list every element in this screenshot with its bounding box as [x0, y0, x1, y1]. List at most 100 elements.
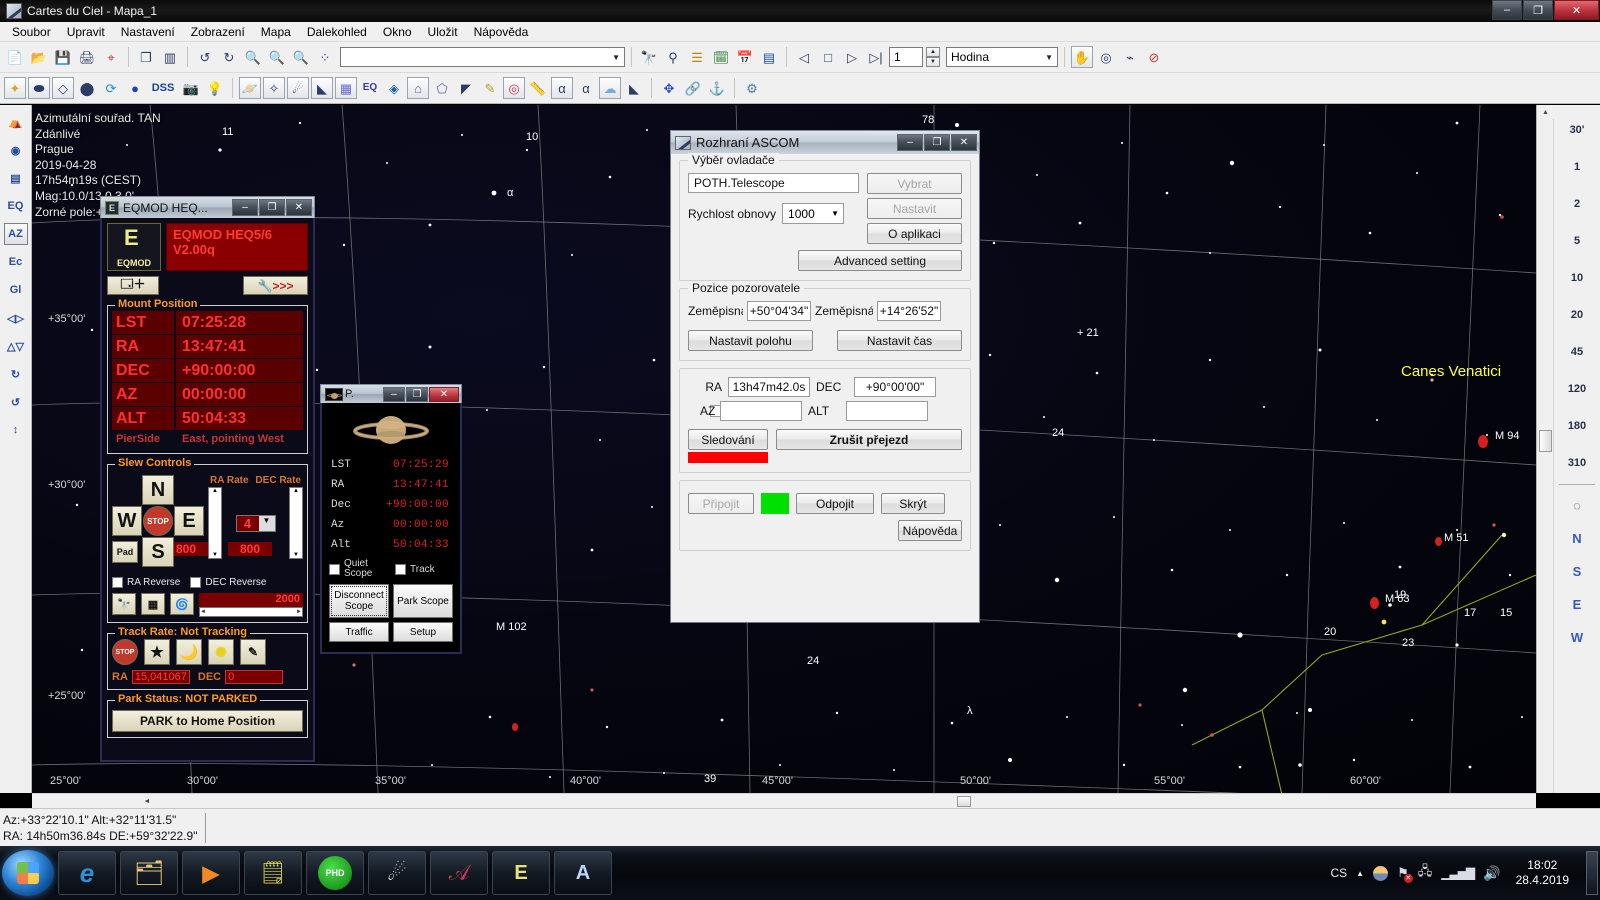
- new-file-icon[interactable]: 📄: [4, 46, 26, 68]
- planetary-nebula-icon[interactable]: ⬤: [76, 77, 98, 99]
- chevron-down-icon[interactable]: ▼: [259, 516, 275, 531]
- grid-icon[interactable]: ▦: [335, 77, 357, 99]
- notes-icon[interactable]: ▤: [4, 167, 28, 189]
- track-lunar-moon-icon[interactable]: 🌙: [176, 639, 202, 665]
- zoom-icon[interactable]: 🔍: [290, 46, 312, 68]
- connect-button[interactable]: Připojit: [688, 493, 754, 514]
- refresh-icon[interactable]: ⟳: [100, 77, 122, 99]
- slider-down-icon[interactable]: ▼: [293, 552, 299, 558]
- disconnect-button[interactable]: Odpojit: [796, 493, 874, 514]
- direction-west-button[interactable]: W: [1554, 621, 1600, 654]
- maximize-button[interactable]: ❐: [1523, 0, 1553, 20]
- ruler-icon[interactable]: 📏: [527, 77, 549, 99]
- list-icon[interactable]: ☰: [686, 46, 708, 68]
- taskbar-item-eqmod[interactable]: E: [492, 851, 550, 895]
- save-icon[interactable]: 💾: [52, 46, 74, 68]
- milkyway-icon[interactable]: ◤: [455, 77, 477, 99]
- nebula-outline-icon[interactable]: ☁: [599, 77, 621, 99]
- az-coords-icon[interactable]: AZ: [4, 223, 28, 245]
- longitude-field[interactable]: +14°26'52": [877, 301, 941, 321]
- dso-m63[interactable]: [1370, 597, 1379, 609]
- taskbar-item-notes[interactable]: 🗒: [244, 851, 302, 895]
- slew-south-button[interactable]: S: [142, 537, 174, 567]
- slider-right-icon[interactable]: ►: [296, 609, 302, 615]
- menu-item-ulozit[interactable]: Uložit: [420, 23, 466, 41]
- menu-item-upravit[interactable]: Upravit: [59, 23, 113, 41]
- ascom-maximize-button[interactable]: ❐: [924, 134, 950, 151]
- sun-icon[interactable]: [1373, 866, 1388, 881]
- track-ra-value[interactable]: 15,041067: [132, 670, 190, 684]
- dso-m94[interactable]: [1478, 435, 1488, 448]
- target-icon[interactable]: ◎: [1095, 46, 1117, 68]
- circle-target-icon[interactable]: ◎: [503, 77, 525, 99]
- set-position-button[interactable]: Nastavit polohu: [688, 330, 813, 351]
- advanced-setting-button[interactable]: Advanced setting: [798, 250, 962, 271]
- ascom-minimize-button[interactable]: –: [897, 134, 923, 151]
- ra-reverse-checkbox[interactable]: [112, 577, 123, 588]
- deepsky-icon[interactable]: ✦: [4, 77, 26, 99]
- search-combo[interactable]: ▼: [340, 47, 625, 67]
- eq-grid-icon[interactable]: EQ: [359, 77, 381, 99]
- chart-vertical-scrollbar[interactable]: ▲: [1537, 105, 1554, 793]
- cancel-slew-button[interactable]: Zrušit přejezd: [776, 429, 962, 450]
- slider-left-icon[interactable]: ◄: [200, 609, 206, 615]
- disable-icon[interactable]: ⊘: [1143, 46, 1165, 68]
- anchor-icon[interactable]: ⚓: [706, 77, 728, 99]
- poth-minimize-button[interactable]: –: [383, 387, 405, 402]
- chart-horizontal-scrollbar[interactable]: ◄: [32, 793, 1536, 808]
- constellation-boundary-icon[interactable]: ⬠: [431, 77, 453, 99]
- scroll-left-icon[interactable]: ◄: [140, 794, 154, 808]
- menu-item-soubor[interactable]: Soubor: [4, 23, 59, 41]
- spinner-down-icon[interactable]: ▼: [926, 57, 940, 67]
- track-checkbox[interactable]: [395, 564, 406, 575]
- move-icon[interactable]: ✥: [658, 77, 680, 99]
- date-icon[interactable]: 📅: [734, 46, 756, 68]
- menu-item-zobrazeni[interactable]: Zobrazení: [183, 23, 253, 41]
- direction-north-button[interactable]: N: [1554, 522, 1600, 555]
- alpha-icon[interactable]: α: [551, 77, 573, 99]
- direction-south-button[interactable]: S: [1554, 555, 1600, 588]
- zoom-out-icon[interactable]: 🔍: [266, 46, 288, 68]
- ascom-close-button[interactable]: ✕: [951, 134, 977, 151]
- time-step-spinner[interactable]: ▲ ▼: [926, 47, 940, 67]
- zoom-level-120[interactable]: 120: [1554, 370, 1600, 407]
- time-step-input[interactable]: 1: [889, 47, 923, 67]
- zoom-level-30arcmin[interactable]: 30': [1554, 111, 1600, 148]
- zoom-level-20[interactable]: 20: [1554, 296, 1600, 333]
- flip-vertical-icon[interactable]: △▽: [4, 335, 28, 357]
- print-icon[interactable]: 🖨: [76, 46, 98, 68]
- fast-forward-icon[interactable]: ▷|: [865, 46, 887, 68]
- eqmod-maximize-button[interactable]: ❐: [259, 199, 285, 216]
- az-field[interactable]: [720, 401, 802, 421]
- taskbar-item-media-player[interactable]: ▶: [182, 851, 240, 895]
- start-button[interactable]: [2, 850, 54, 896]
- open-folder-icon[interactable]: 📂: [28, 46, 50, 68]
- menu-item-mapa[interactable]: Mapa: [253, 23, 299, 41]
- park-home-button[interactable]: PARK to Home Position: [112, 710, 303, 732]
- rotate-ccw-icon[interactable]: ↺: [4, 391, 28, 413]
- constellation-figure-icon[interactable]: ⌂: [407, 77, 429, 99]
- slider-down-icon[interactable]: ▼: [212, 552, 218, 558]
- driver-name-field[interactable]: POTH.Telescope: [688, 173, 859, 193]
- flip-horizontal-icon[interactable]: ◁▷: [4, 307, 28, 329]
- rotate-cw-icon[interactable]: ↻: [4, 363, 28, 385]
- camera-icon[interactable]: 📷: [180, 77, 202, 99]
- traffic-button[interactable]: Traffic: [329, 622, 389, 642]
- slew-stop-button[interactable]: STOP: [143, 506, 173, 536]
- track-dec-value[interactable]: 0: [225, 670, 283, 684]
- star-size-icon[interactable]: ⁘: [314, 46, 336, 68]
- menu-item-nastaveni[interactable]: Nastavení: [113, 23, 183, 41]
- setup-button[interactable]: Setup: [393, 622, 453, 642]
- hand-icon[interactable]: ✋: [1071, 46, 1093, 68]
- hide-button[interactable]: Skrýt: [881, 493, 945, 514]
- dso-m102[interactable]: [512, 723, 518, 731]
- observatory-icon[interactable]: ⛺: [4, 111, 28, 133]
- lightbulb-icon[interactable]: 💡: [204, 77, 226, 99]
- dso-m51-marker[interactable]: [1435, 537, 1442, 546]
- eqmod-close-button[interactable]: ✕: [286, 199, 312, 216]
- step-forward-icon[interactable]: ▷: [841, 46, 863, 68]
- zoom-in-icon[interactable]: 🔍: [242, 46, 264, 68]
- updown-icon[interactable]: ↕: [4, 419, 28, 441]
- direction-east-button[interactable]: E: [1554, 588, 1600, 621]
- settings-arrows-icon[interactable]: 🔧>>>: [243, 276, 308, 295]
